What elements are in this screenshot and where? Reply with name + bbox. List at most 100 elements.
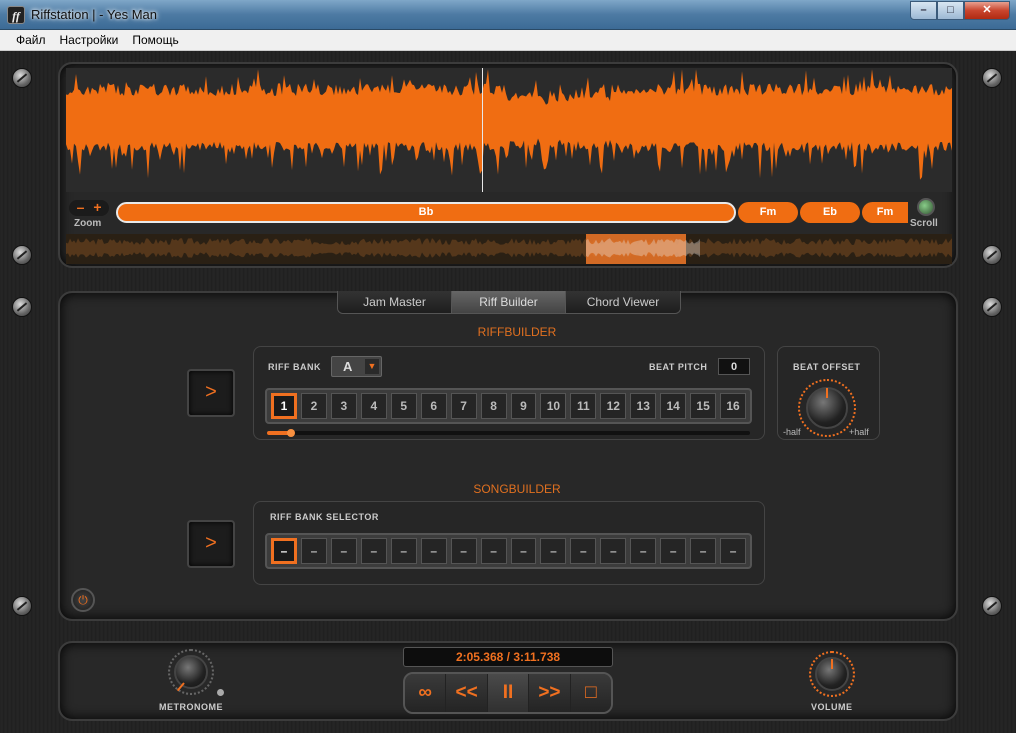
- maximize-button[interactable]: □: [937, 1, 964, 20]
- songbuilder-title: SONGBUILDER: [473, 482, 561, 496]
- riff-slot-15[interactable]: 15: [690, 393, 717, 419]
- minimize-button[interactable]: –: [910, 1, 937, 20]
- riff-slot-1[interactable]: 1: [271, 393, 297, 419]
- screw-icon: [12, 68, 32, 88]
- waveform-display[interactable]: [66, 68, 952, 192]
- riff-slot-5[interactable]: 5: [390, 393, 417, 419]
- song-slot-11[interactable]: –: [570, 538, 597, 564]
- waveform-shape: [66, 69, 952, 180]
- chord-eb[interactable]: Eb: [800, 202, 860, 223]
- volume-indicator: [831, 659, 833, 669]
- riff-slot-12[interactable]: 12: [600, 393, 627, 419]
- overview-viewport[interactable]: [586, 234, 701, 264]
- overview-shape: [586, 238, 701, 258]
- screw-icon: [982, 297, 1002, 317]
- menu-bar: Файл Настройки Помощь: [0, 30, 1016, 51]
- beat-offset-min-label: -half: [783, 427, 801, 437]
- app-icon: ff: [7, 6, 25, 24]
- riff-slot-13[interactable]: 13: [630, 393, 657, 419]
- song-slot-9[interactable]: –: [510, 538, 537, 564]
- screw-icon: [982, 245, 1002, 265]
- overview-shape: [66, 238, 952, 258]
- scroll-toggle[interactable]: [917, 198, 935, 216]
- chord-bb[interactable]: Bb: [116, 202, 736, 223]
- window-controls: – □ ✕: [910, 1, 1010, 20]
- song-slot-6[interactable]: –: [420, 538, 447, 564]
- overview-viewport-waveform: [586, 238, 701, 258]
- song-slot-3[interactable]: –: [330, 538, 357, 564]
- zoom-label: Zoom: [74, 218, 102, 229]
- riff-progress-track[interactable]: [267, 431, 750, 435]
- song-slot-12[interactable]: –: [600, 538, 627, 564]
- riff-slot-2[interactable]: 2: [300, 393, 327, 419]
- overview-strip[interactable]: [66, 234, 952, 264]
- metronome-label: METRONOME: [159, 702, 223, 712]
- riff-slot-6[interactable]: 6: [420, 393, 447, 419]
- power-icon[interactable]: ⏻: [71, 588, 95, 612]
- beat-pitch-value[interactable]: 0: [718, 358, 750, 375]
- screw-icon: [982, 68, 1002, 88]
- window-title: Riffstation | - Yes Man: [31, 7, 157, 22]
- chevron-down-icon[interactable]: ▼: [365, 359, 379, 374]
- waveform: [66, 69, 952, 180]
- screw-icon: [982, 596, 1002, 616]
- chord-fm[interactable]: Fm: [738, 202, 798, 223]
- time-display: 2:05.368 / 3:11.738: [403, 647, 613, 667]
- tab-chord-viewer[interactable]: Chord Viewer: [566, 291, 680, 313]
- riff-slot-4[interactable]: 4: [360, 393, 387, 419]
- screw-icon: [12, 245, 32, 265]
- rewind-button[interactable]: <<: [446, 674, 488, 712]
- riff-slots: 1 2 3 4 5 6 7 8 9 10 11 12 13 14 15 16: [265, 388, 752, 424]
- song-slot-13[interactable]: –: [630, 538, 657, 564]
- riff-slot-16[interactable]: 16: [720, 393, 747, 419]
- riff-slot-14[interactable]: 14: [660, 393, 687, 419]
- riff-slot-10[interactable]: 10: [540, 393, 567, 419]
- menu-help[interactable]: Помощь: [125, 30, 185, 50]
- tab-riff-builder[interactable]: Riff Builder: [452, 291, 566, 313]
- pause-button[interactable]: II: [487, 674, 530, 712]
- zoom-controls: – +: [69, 200, 109, 216]
- beat-pitch-label: BEAT PITCH: [649, 362, 708, 372]
- metronome-knob[interactable]: [174, 655, 208, 689]
- playhead[interactable]: [482, 68, 484, 192]
- title-bar[interactable]: ff Riffstation | - Yes Man – □ ✕: [0, 0, 1016, 30]
- menu-file[interactable]: Файл: [9, 30, 53, 50]
- chord-fm-2[interactable]: Fm: [862, 202, 908, 223]
- riff-bank-selector-label: RIFF BANK SELECTOR: [270, 512, 379, 522]
- riff-slot-3[interactable]: 3: [330, 393, 357, 419]
- song-slot-4[interactable]: –: [360, 538, 387, 564]
- song-slot-8[interactable]: –: [480, 538, 507, 564]
- song-slot-5[interactable]: –: [390, 538, 417, 564]
- loop-button[interactable]: ∞: [405, 674, 447, 712]
- zoom-in-button[interactable]: +: [89, 200, 106, 215]
- song-slot-16[interactable]: –: [720, 538, 747, 564]
- song-slot-2[interactable]: –: [300, 538, 327, 564]
- transport-controls: ∞ << II >> □: [403, 672, 613, 714]
- song-slot-15[interactable]: –: [690, 538, 717, 564]
- screw-icon: [12, 297, 32, 317]
- beat-offset-indicator: [826, 388, 828, 398]
- tab-bar: Jam Master Riff Builder Chord Viewer: [337, 291, 681, 314]
- riff-slot-7[interactable]: 7: [450, 393, 477, 419]
- riff-play-button[interactable]: >: [187, 369, 235, 417]
- riff-slot-11[interactable]: 11: [570, 393, 597, 419]
- song-slot-10[interactable]: –: [540, 538, 567, 564]
- riff-bank-select[interactable]: A ▼: [331, 356, 382, 377]
- song-slot-7[interactable]: –: [450, 538, 477, 564]
- riff-slot-8[interactable]: 8: [480, 393, 507, 419]
- beat-offset-label: BEAT OFFSET: [793, 362, 861, 372]
- riffbuilder-title: RIFFBUILDER: [477, 325, 557, 339]
- stop-button[interactable]: □: [570, 674, 611, 712]
- riff-slot-9[interactable]: 9: [510, 393, 537, 419]
- menu-settings[interactable]: Настройки: [53, 30, 126, 50]
- fast-forward-button[interactable]: >>: [529, 674, 571, 712]
- screw-icon: [12, 596, 32, 616]
- tab-jam-master[interactable]: Jam Master: [338, 291, 452, 313]
- beat-offset-max-label: +half: [849, 427, 869, 437]
- song-slot-1[interactable]: –: [271, 538, 297, 564]
- zoom-out-button[interactable]: –: [72, 200, 89, 215]
- close-button[interactable]: ✕: [964, 1, 1010, 20]
- song-slot-14[interactable]: –: [660, 538, 687, 564]
- song-play-button[interactable]: >: [187, 520, 235, 568]
- metronome-led: [217, 689, 224, 696]
